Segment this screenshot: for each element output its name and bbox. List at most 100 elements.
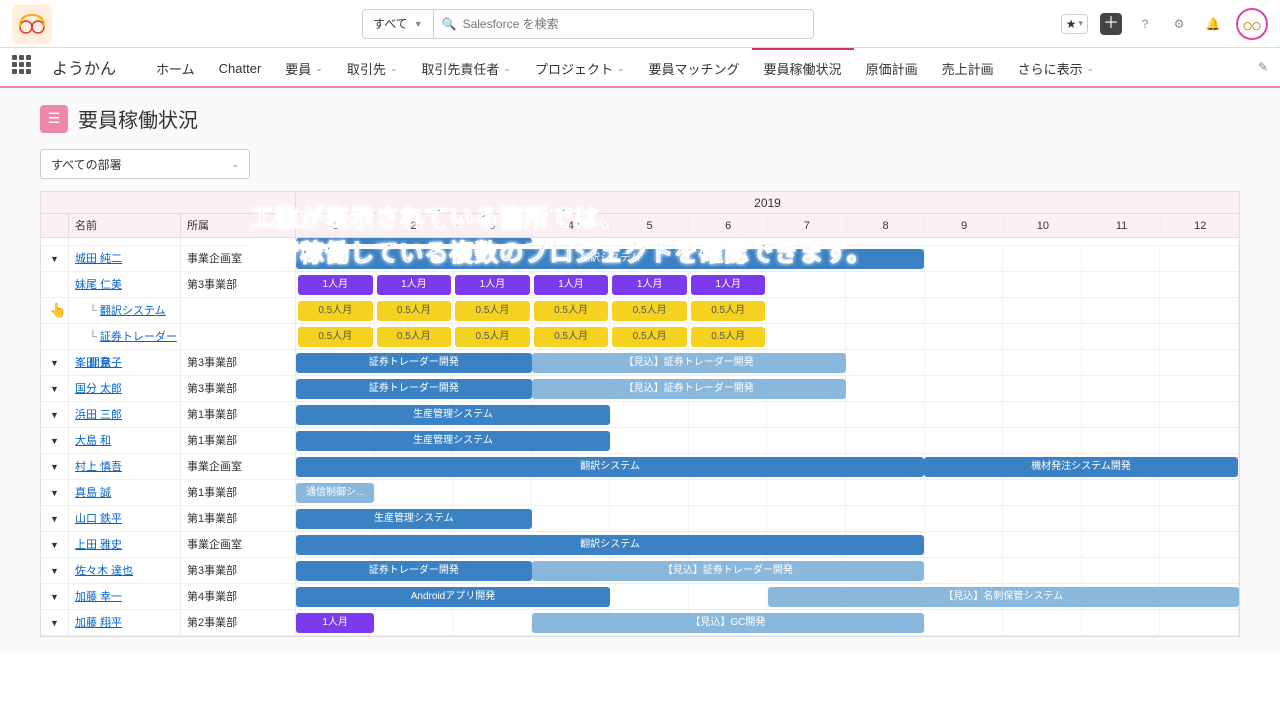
effort-pill[interactable]: 0.5人月 bbox=[691, 327, 766, 347]
effort-pill[interactable]: 0.5人月 bbox=[377, 327, 452, 347]
table-row: └ 証券トレーダー開発0.5人月0.5人月0.5人月0.5人月0.5人月0.5人… bbox=[41, 324, 1239, 350]
notifications-button[interactable]: 🔔 bbox=[1202, 13, 1224, 35]
user-avatar[interactable] bbox=[1236, 8, 1268, 40]
gantt-bar[interactable]: 【見込】名刺保管システム bbox=[768, 587, 1240, 607]
nav-item-要員[interactable]: 要員⌄ bbox=[273, 48, 335, 86]
search-scope-select[interactable]: すべて ▼ bbox=[362, 9, 434, 39]
table-row: ▼国分 太郎第3事業部証券トレーダー開発【見込】証券トレーダー開発 bbox=[41, 376, 1239, 402]
effort-pill[interactable]: 0.5人月 bbox=[455, 327, 530, 347]
table-row: 妹尾 仁美第3事業部1人月1人月1人月1人月1人月1人月 bbox=[41, 272, 1239, 298]
person-link[interactable]: 加藤 翔平 bbox=[75, 617, 122, 629]
table-row: ▼加藤 幸一第4事業部Androidアプリ開発【見込】名刺保管システム bbox=[41, 584, 1239, 610]
effort-pill[interactable]: 1人月 bbox=[612, 275, 687, 295]
nav-item-売上計画[interactable]: 売上計画 bbox=[930, 48, 1006, 86]
effort-pill[interactable]: 0.5人月 bbox=[455, 301, 530, 321]
person-link[interactable]: 山口 鉄平 bbox=[75, 513, 122, 525]
gantt-bar[interactable]: 翻訳システム bbox=[296, 249, 924, 269]
timeline-cell: 証券トレーダー開発【見込】証券トレーダー開発 bbox=[296, 376, 1239, 401]
nav-item-要員稼働状況[interactable]: 要員稼働状況 bbox=[752, 48, 854, 86]
effort-pill[interactable]: 1人月 bbox=[455, 275, 530, 295]
expand-toggle[interactable]: ▼ bbox=[50, 254, 59, 264]
global-search[interactable]: 🔍 bbox=[434, 9, 814, 39]
gantt-bar[interactable]: 証券トレーダー開発 bbox=[296, 353, 532, 373]
question-icon: ? bbox=[1142, 17, 1149, 31]
nav-item-取引先責任者[interactable]: 取引先責任者⌄ bbox=[409, 48, 523, 86]
gantt-bar[interactable]: 翻訳システム bbox=[296, 535, 924, 555]
person-link[interactable]: 真島 誠 bbox=[75, 487, 111, 499]
dept-cell: 第1事業部 bbox=[181, 428, 296, 453]
effort-pill[interactable]: 0.5人月 bbox=[612, 327, 687, 347]
person-link[interactable]: 翻訳システム bbox=[100, 305, 166, 317]
gantt-bar[interactable]: 生産管理システム bbox=[296, 405, 610, 425]
gantt-bar[interactable]: 通信制御シ... bbox=[296, 483, 374, 503]
effort-pill[interactable]: 1人月 bbox=[298, 275, 373, 295]
gantt-bar[interactable]: 【見込】証券トレーダー開発 bbox=[532, 379, 846, 399]
person-link[interactable]: 城田 純二 bbox=[75, 253, 122, 265]
expand-toggle[interactable]: ▼ bbox=[50, 488, 59, 498]
expand-toggle[interactable]: ▼ bbox=[50, 540, 59, 550]
edit-nav-button[interactable]: ✎ bbox=[1258, 60, 1268, 74]
person-link[interactable]: 村上 慎吾 bbox=[75, 461, 122, 473]
nav-item-要員マッチング[interactable]: 要員マッチング bbox=[637, 48, 752, 86]
expand-toggle[interactable]: ▼ bbox=[50, 462, 59, 472]
expand-toggle[interactable]: ▼ bbox=[50, 566, 59, 576]
effort-pill[interactable]: 0.5人月 bbox=[612, 301, 687, 321]
gantt-bar[interactable]: 【見込】証券トレーダー開発 bbox=[532, 353, 846, 373]
gantt-bar[interactable]: 機材発注システム開発 bbox=[924, 457, 1238, 477]
gantt-bar[interactable]: 翻訳システム bbox=[296, 457, 924, 477]
gantt-bar[interactable]: 生産管理システム bbox=[296, 431, 610, 451]
nav-item-ホーム[interactable]: ホーム bbox=[144, 48, 207, 86]
dept-cell bbox=[181, 298, 296, 323]
effort-pill[interactable]: 0.5人月 bbox=[298, 327, 373, 347]
expand-toggle[interactable]: ▼ bbox=[50, 592, 59, 602]
gantt-bar[interactable]: 【見込】証券トレーダー開発 bbox=[532, 561, 924, 581]
person-link[interactable]: 峯田 京子 bbox=[75, 357, 122, 369]
expand-toggle[interactable]: ▼ bbox=[50, 436, 59, 446]
nav-item-Chatter[interactable]: Chatter bbox=[207, 48, 274, 86]
favorites-button[interactable]: ★▾ bbox=[1061, 14, 1088, 34]
person-link[interactable]: 大島 和 bbox=[75, 435, 111, 447]
search-input[interactable] bbox=[463, 17, 805, 31]
table-row: ▼浜田 三郎第1事業部生産管理システム bbox=[41, 402, 1239, 428]
nav-item-取引先[interactable]: 取引先⌄ bbox=[335, 48, 410, 86]
gantt-bar[interactable]: 【見込】GC開発 bbox=[532, 613, 924, 633]
app-launcher[interactable] bbox=[12, 55, 36, 79]
effort-pill[interactable]: 1人月 bbox=[377, 275, 452, 295]
person-link[interactable]: 加藤 幸一 bbox=[75, 591, 122, 603]
expand-toggle[interactable]: ▼ bbox=[50, 358, 59, 368]
grid-body[interactable]: ▼城田 純二事業企画室翻訳システム妹尾 仁美第3事業部1人月1人月1人月1人月1… bbox=[41, 238, 1239, 636]
person-link[interactable]: 浜田 三郎 bbox=[75, 409, 122, 421]
gantt-bar[interactable]: 生産管理システム bbox=[296, 509, 532, 529]
dept-filter-select[interactable]: すべての部署 ⌄ bbox=[40, 149, 250, 179]
month-header: 8 bbox=[847, 214, 926, 237]
expand-toggle[interactable]: ▼ bbox=[50, 618, 59, 628]
person-link[interactable]: 上田 雅史 bbox=[75, 539, 122, 551]
nav-item-原価計画[interactable]: 原価計画 bbox=[854, 48, 930, 86]
expand-toggle[interactable]: ▼ bbox=[50, 384, 59, 394]
effort-pill[interactable]: 0.5人月 bbox=[691, 301, 766, 321]
nav-item-さらに表示[interactable]: さらに表示⌄ bbox=[1006, 48, 1107, 86]
help-button[interactable]: ? bbox=[1134, 13, 1156, 35]
gantt-bar[interactable]: 証券トレーダー開発 bbox=[296, 561, 532, 581]
add-button[interactable]: ＋ bbox=[1100, 13, 1122, 35]
gantt-bar[interactable]: 1人月 bbox=[296, 613, 374, 633]
person-link[interactable]: 妹尾 仁美 bbox=[75, 279, 122, 291]
effort-pill[interactable]: 1人月 bbox=[691, 275, 766, 295]
effort-pill[interactable]: 1人月 bbox=[534, 275, 609, 295]
expand-toggle[interactable]: ▼ bbox=[50, 410, 59, 420]
timeline-cell: 生産管理システム bbox=[296, 402, 1239, 427]
effort-pill[interactable]: 0.5人月 bbox=[298, 301, 373, 321]
gantt-bar[interactable]: Androidアプリ開発 bbox=[296, 587, 610, 607]
app-logo[interactable] bbox=[12, 4, 52, 44]
effort-pill[interactable]: 0.5人月 bbox=[534, 327, 609, 347]
month-header: 11 bbox=[1083, 214, 1162, 237]
effort-pill[interactable]: 0.5人月 bbox=[534, 301, 609, 321]
effort-pill[interactable]: 0.5人月 bbox=[377, 301, 452, 321]
expand-toggle[interactable]: ▼ bbox=[50, 514, 59, 524]
nav-item-プロジェクト[interactable]: プロジェクト⌄ bbox=[523, 48, 637, 86]
person-link[interactable]: 佐々木 達也 bbox=[75, 565, 133, 577]
person-link[interactable]: 国分 太郎 bbox=[75, 383, 122, 395]
gantt-bar[interactable]: 証券トレーダー開発 bbox=[296, 379, 532, 399]
chevron-down-icon: ⌄ bbox=[503, 63, 511, 74]
setup-button[interactable]: ⚙ bbox=[1168, 13, 1190, 35]
